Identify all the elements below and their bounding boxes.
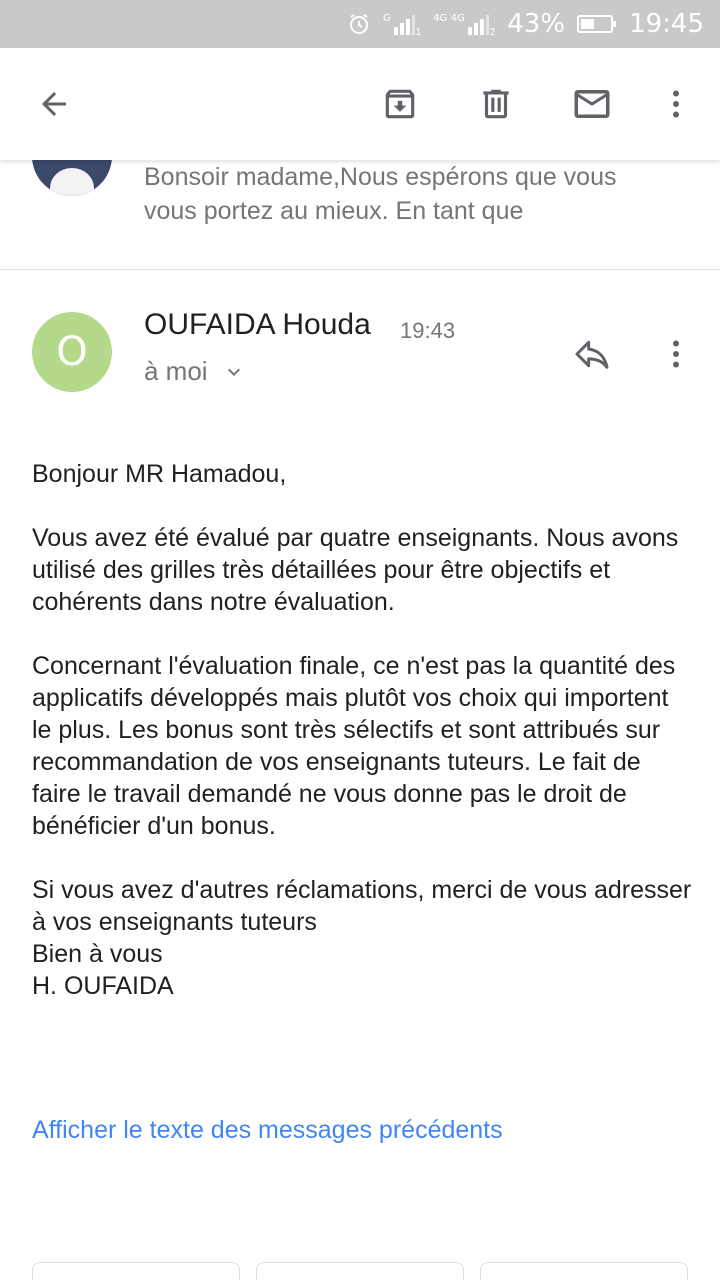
signal-icon: 4G 4G 2	[433, 12, 496, 38]
previous-message-snippet: Bonsoir madame,Nous espérons que vous vo…	[144, 163, 617, 225]
greeting: Bonjour MR Hamadou,	[32, 460, 287, 488]
sender-avatar: O	[32, 312, 112, 392]
archive-icon	[385, 89, 415, 119]
delete-button[interactable]	[472, 80, 520, 128]
show-previous-messages-link[interactable]: Afficher le texte des messages précédent…	[32, 1116, 503, 1145]
more-vert-icon	[673, 90, 679, 118]
network-type-label: 4G 4G	[433, 12, 465, 24]
more-options-button[interactable]	[652, 80, 700, 128]
action-chips	[0, 1262, 720, 1280]
reply-button[interactable]	[568, 330, 616, 378]
battery-icon	[577, 14, 617, 34]
status-bar: G 1 4G 4G 2 43% 19:45	[0, 0, 720, 48]
reply-icon	[575, 340, 609, 369]
archive-button[interactable]	[376, 80, 424, 128]
recipient-label: à moi	[144, 356, 208, 386]
body-paragraph: Concernant l'évaluation finale, ce n'est…	[32, 652, 676, 840]
body-paragraph: Vous avez été évalué par quatre enseigna…	[32, 524, 679, 616]
network-type-label: G	[382, 12, 391, 24]
message-header: O OUFAIDA Houda 19:43 à moi	[0, 270, 720, 420]
avatar	[32, 160, 112, 196]
status-clock: 19:45	[629, 9, 704, 39]
back-arrow-icon	[42, 92, 66, 116]
chevron-down-icon	[222, 360, 246, 384]
mark-unread-icon	[574, 90, 610, 118]
message-more-button[interactable]	[652, 330, 700, 378]
sim1-label: 1	[415, 26, 422, 38]
message-toolbar	[0, 48, 720, 160]
alarm-icon	[347, 12, 371, 36]
reply-all-chip[interactable]	[256, 1262, 464, 1280]
sim2-label: 2	[489, 26, 496, 38]
more-vert-icon	[673, 340, 679, 368]
reply-chip[interactable]	[32, 1262, 240, 1280]
previous-message-collapsed[interactable]: Bonsoir madame,Nous espérons que vous vo…	[0, 160, 720, 270]
message-body: Bonjour MR Hamadou, Vous avez été évalué…	[32, 458, 692, 1002]
body-paragraph: Si vous avez d'autres réclamations, merc…	[32, 876, 692, 936]
sender-name: OUFAIDA Houda	[144, 308, 371, 341]
closing: Bien à vous	[32, 940, 163, 968]
delete-icon	[483, 89, 509, 119]
signal-icon: G 1	[382, 12, 422, 38]
battery-percent: 43%	[507, 9, 566, 39]
recipient-details-toggle[interactable]: à moi	[144, 356, 246, 387]
signature: H. OUFAIDA	[32, 972, 174, 1000]
message-time: 19:43	[400, 318, 456, 343]
back-button[interactable]	[30, 80, 78, 128]
forward-chip[interactable]	[480, 1262, 688, 1280]
mark-unread-button[interactable]	[568, 80, 616, 128]
